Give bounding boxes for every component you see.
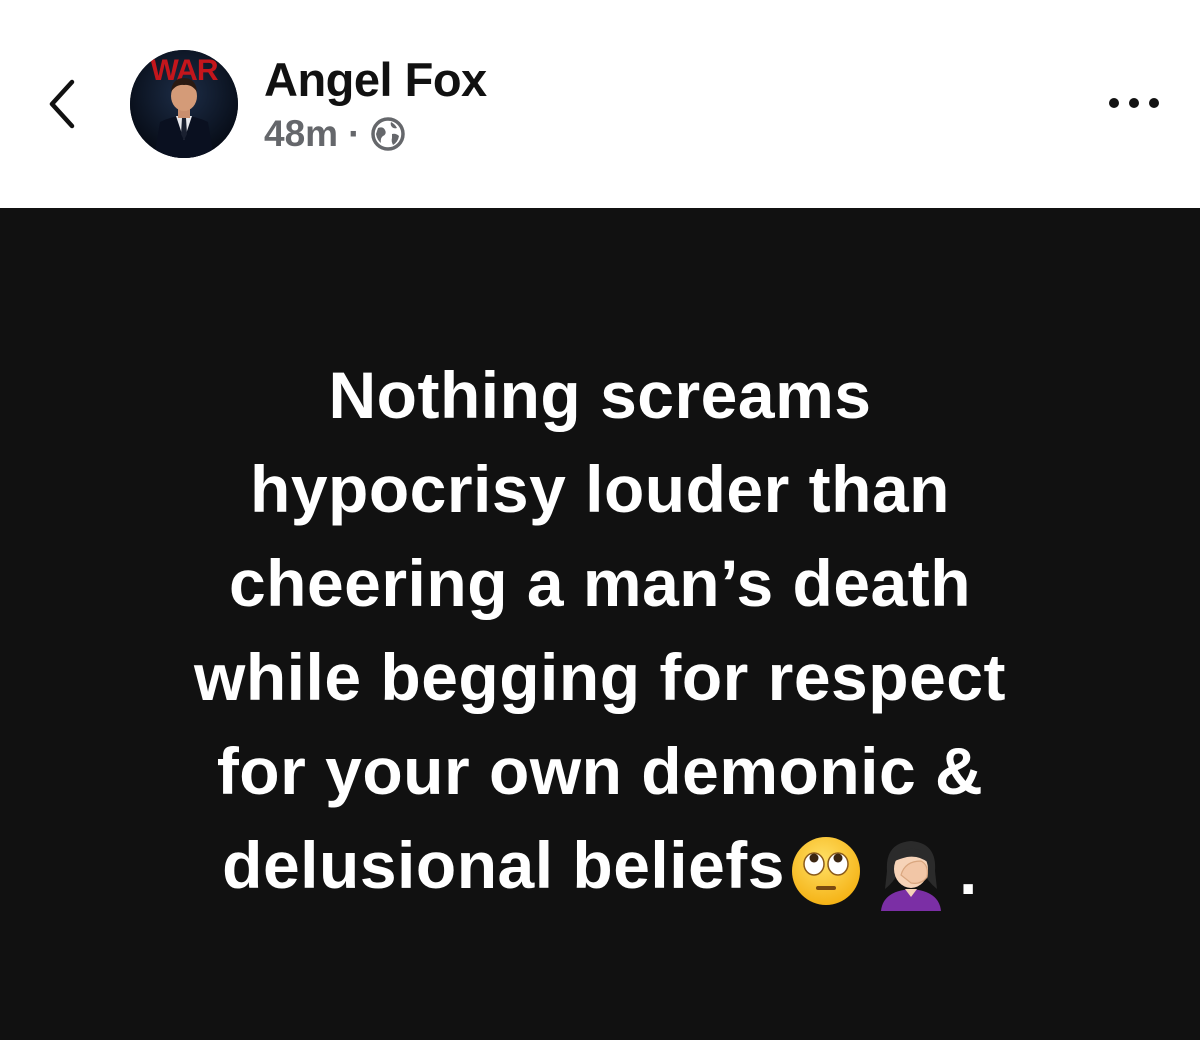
post-meta: 48m ·: [264, 113, 406, 155]
emoji-group: .: [789, 824, 978, 918]
back-button[interactable]: [44, 78, 84, 130]
post-header: WAR Angel Fox 48m ·: [0, 0, 1200, 208]
meta-separator: ·: [348, 113, 361, 154]
post-line: cheering a man’s death: [228, 546, 972, 620]
post-line-text: delusional beliefs: [222, 828, 785, 902]
post-line-last: delusional beliefs .: [0, 818, 1200, 918]
avatar[interactable]: WAR: [130, 50, 238, 158]
timestamp[interactable]: 48m: [264, 113, 338, 155]
post-line: for your own demonic &: [216, 734, 984, 808]
trailing-punctuation: .: [958, 833, 978, 908]
chevron-left-icon: [49, 79, 75, 129]
author-name[interactable]: Angel Fox: [264, 54, 487, 106]
bottom-divider: [0, 1040, 1200, 1045]
post-text: Nothing screams hypocrisy louder than ch…: [0, 348, 1200, 918]
more-dots-icon: [1109, 98, 1159, 108]
post-line: while begging for respect: [194, 640, 1006, 714]
post-line: Nothing screams: [328, 358, 872, 432]
globe-icon[interactable]: [370, 116, 406, 152]
more-options-button[interactable]: [1104, 88, 1164, 118]
face-with-rolling-eyes-icon: [791, 836, 860, 905]
avatar-image: WAR: [130, 50, 238, 158]
woman-facepalming-icon: [880, 840, 941, 911]
post-content-card: Nothing screams hypocrisy louder than ch…: [0, 208, 1200, 1040]
post-line: hypocrisy louder than: [250, 452, 950, 526]
